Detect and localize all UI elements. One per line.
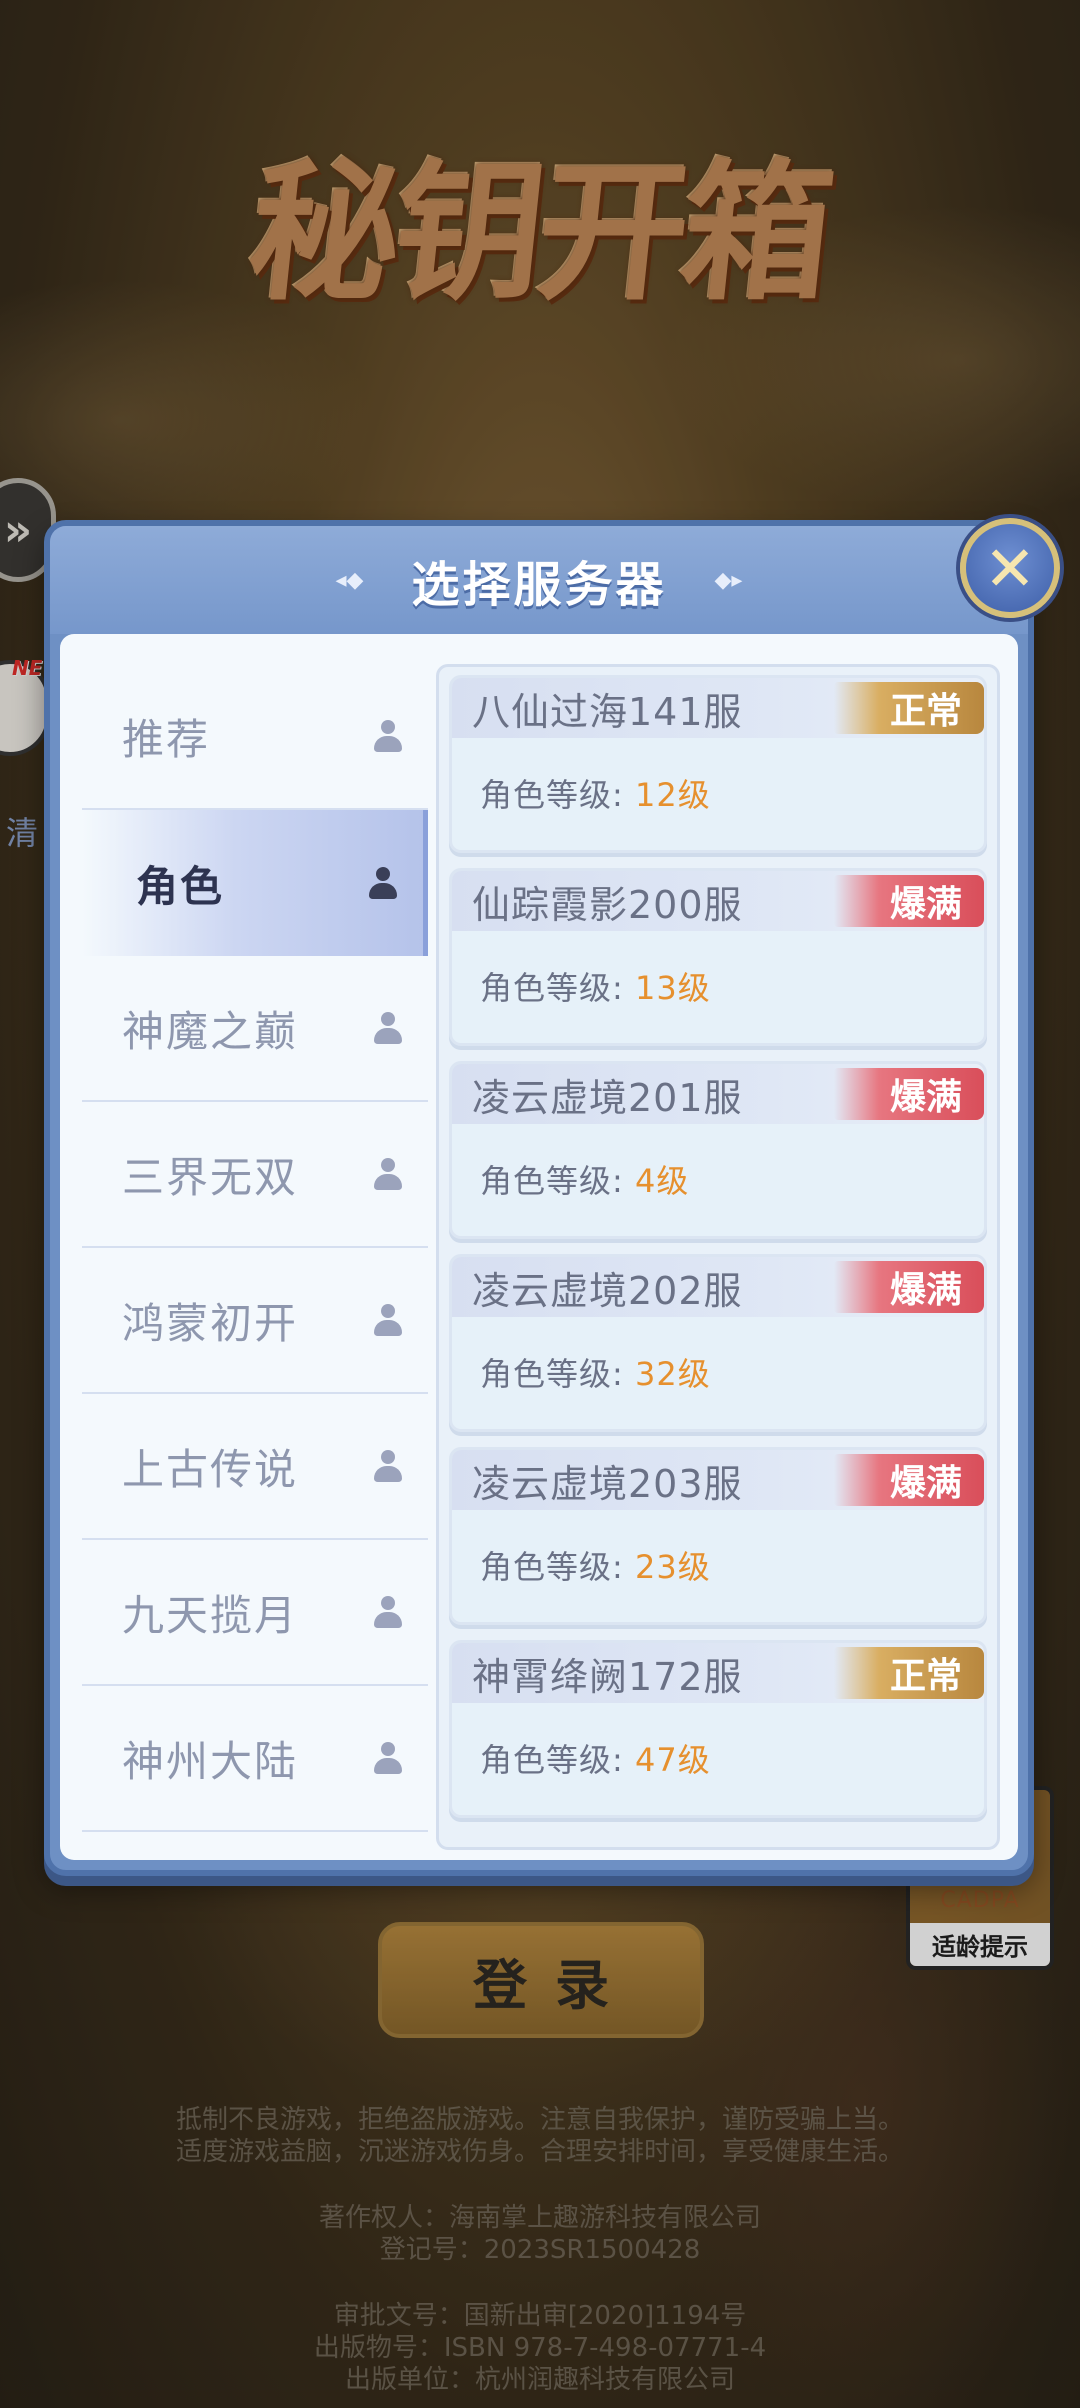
tab-label: 三界无双 xyxy=(122,1152,299,1202)
dialog-body: 推荐 角色 神魔之巅 三界无双 鸿蒙初开 上古传说 九天揽月 神州大陆 八仙过海141服 正常角… xyxy=(60,634,1018,1860)
server-select-dialog: ◂◆ 选择服务器 ◆▸ ✕ 推荐角色神魔之巅三界无双鸿蒙初开上古传说九天揽月神州… xyxy=(44,518,1060,1876)
character-level: 角色等级: 47级 xyxy=(480,1735,711,1781)
person-icon xyxy=(374,1450,402,1482)
tab-server-group[interactable]: 推荐 xyxy=(82,634,428,810)
server-name: 凌云虚境203服 xyxy=(472,1461,743,1506)
character-level-value: 12级 xyxy=(634,776,711,814)
tab-label: 推荐 xyxy=(122,714,211,764)
server-status-badge: 爆满 xyxy=(834,1261,984,1313)
server-card[interactable]: 凌云虚境203服 爆满角色等级: 23级 xyxy=(449,1447,987,1625)
server-status-badge: 爆满 xyxy=(834,875,984,927)
character-level: 角色等级: 23级 xyxy=(480,1542,711,1588)
character-level-label: 角色等级: xyxy=(480,1741,635,1779)
character-level-label: 角色等级: xyxy=(480,1355,635,1393)
server-card-header: 八仙过海141服 正常 xyxy=(452,678,984,738)
server-list: 八仙过海141服 正常 角色等级: 12级 仙踪霞影200服 爆满 角色等级: 13级 凌云… xyxy=(436,664,1000,1850)
character-level: 角色等级: 32级 xyxy=(480,1349,711,1395)
server-card[interactable]: 神霄绛阙172服 正常角色等级: 47级 xyxy=(449,1640,987,1818)
tab-label: 神州大陆 xyxy=(122,1736,299,1786)
character-level-label: 角色等级: xyxy=(480,969,635,1007)
server-group-tabs: 推荐角色神魔之巅三界无双鸿蒙初开上古传说九天揽月神州大陆 xyxy=(82,634,428,1832)
person-icon xyxy=(369,867,397,899)
character-level-value: 4级 xyxy=(634,1162,690,1200)
character-level-label: 角色等级: xyxy=(480,776,635,814)
person-icon xyxy=(374,1158,402,1190)
tab-server-group[interactable]: 神州大陆 xyxy=(82,1686,428,1832)
server-status-badge: 爆满 xyxy=(834,1454,984,1506)
tab-label: 角色 xyxy=(136,861,225,911)
tab-label: 鸿蒙初开 xyxy=(122,1298,299,1348)
person-icon xyxy=(374,1742,402,1774)
server-name: 凌云虚境202服 xyxy=(472,1268,743,1313)
character-level-value: 23级 xyxy=(634,1548,711,1586)
tab-server-group[interactable]: 三界无双 xyxy=(82,1102,428,1248)
character-level: 角色等级: 12级 xyxy=(480,770,711,816)
server-name: 八仙过海141服 xyxy=(472,689,743,734)
person-icon xyxy=(374,1012,402,1044)
character-level: 角色等级: 4级 xyxy=(480,1156,689,1202)
server-card[interactable]: 凌云虚境201服 爆满角色等级: 4级 xyxy=(449,1061,987,1239)
server-card-header: 神霄绛阙172服 正常 xyxy=(452,1643,984,1703)
tab-label: 神魔之巅 xyxy=(122,1006,299,1056)
server-status-badge: 爆满 xyxy=(834,1068,984,1120)
close-icon: ✕ xyxy=(984,531,1036,605)
tab-server-group[interactable]: 鸿蒙初开 xyxy=(82,1248,428,1394)
tab-server-group[interactable]: 九天揽月 xyxy=(82,1540,428,1686)
dialog-title: 选择服务器 xyxy=(411,557,667,613)
person-icon xyxy=(374,720,402,752)
server-card[interactable]: 仙踪霞影200服 爆满角色等级: 13级 xyxy=(449,868,987,1046)
tab-server-group[interactable]: 上古传说 xyxy=(82,1394,428,1540)
server-name: 凌云虚境201服 xyxy=(472,1075,743,1120)
tab-label: 上古传说 xyxy=(122,1444,299,1494)
character-level: 角色等级: 13级 xyxy=(480,963,711,1009)
close-button[interactable]: ✕ xyxy=(960,518,1060,618)
server-status-badge: 正常 xyxy=(834,1647,984,1699)
character-level-label: 角色等级: xyxy=(480,1548,635,1586)
server-card-header: 凌云虚境203服 爆满 xyxy=(452,1450,984,1510)
person-icon xyxy=(374,1596,402,1628)
character-level-label: 角色等级: xyxy=(480,1162,635,1200)
server-card-header: 凌云虚境202服 爆满 xyxy=(452,1257,984,1317)
server-card[interactable]: 八仙过海141服 正常角色等级: 12级 xyxy=(449,675,987,853)
tab-label: 九天揽月 xyxy=(122,1590,299,1640)
tab-server-group[interactable]: 角色 xyxy=(82,810,428,956)
server-card[interactable]: 凌云虚境202服 爆满角色等级: 32级 xyxy=(449,1254,987,1432)
person-icon xyxy=(374,1304,402,1336)
tab-server-group[interactable]: 神魔之巅 xyxy=(82,956,428,1102)
header-decoration-left: ◂◆ xyxy=(335,567,364,593)
dialog-header: ◂◆ 选择服务器 ◆▸ xyxy=(50,526,1028,634)
character-level-value: 13级 xyxy=(634,969,711,1007)
character-level-value: 32级 xyxy=(634,1355,711,1393)
character-level-value: 47级 xyxy=(634,1741,711,1779)
server-card-header: 仙踪霞影200服 爆满 xyxy=(452,871,984,931)
server-name: 神霄绛阙172服 xyxy=(472,1654,743,1699)
header-decoration-right: ◆▸ xyxy=(714,567,743,593)
server-status-badge: 正常 xyxy=(834,682,984,734)
server-card-header: 凌云虚境201服 爆满 xyxy=(452,1064,984,1124)
server-name: 仙踪霞影200服 xyxy=(472,882,743,927)
